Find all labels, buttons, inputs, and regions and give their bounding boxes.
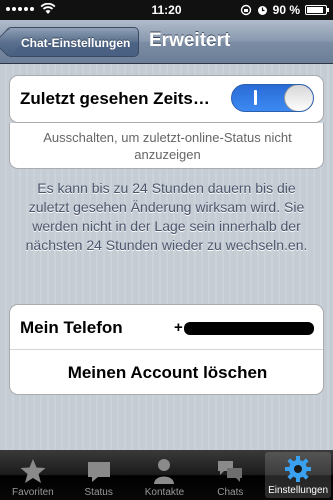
phone-label: Mein Telefon (20, 318, 123, 337)
battery-percent: 90 % (272, 3, 300, 17)
redacted-phone-number (184, 322, 314, 335)
toggle-on-indicator (254, 90, 257, 105)
tab-bar: Favoriten Status Kontakte Chats Einstell… (0, 450, 333, 500)
last-seen-label: Zuletzt gesehen Zeits… (20, 89, 210, 108)
gear-icon (285, 456, 312, 482)
tab-label: Favoriten (12, 487, 54, 498)
star-icon (20, 459, 46, 483)
tab-label: Kontakte (144, 487, 185, 498)
last-seen-row: Zuletzt gesehen Zeits… (10, 76, 323, 120)
info-text: Es kann bis zu 24 Stunden dauern bis die… (25, 180, 308, 253)
phone-value: + (174, 319, 183, 336)
last-seen-group: Zuletzt gesehen Zeits… (9, 75, 324, 123)
tab-kontakte[interactable]: Kontakte (132, 450, 198, 500)
navigation-bar: Chat-Einstellungen Erweitert (0, 20, 333, 64)
delete-account-label: Meinen Account löschen (67, 363, 268, 382)
tab-label: Einstellungen (268, 485, 329, 496)
battery-icon (305, 5, 329, 15)
tab-status[interactable]: Status (66, 450, 132, 500)
tab-label: Status (84, 487, 113, 498)
delete-account-row[interactable]: Meinen Account löschen (10, 349, 323, 393)
toggle-knob (284, 85, 313, 111)
person-icon (154, 459, 175, 484)
chat-bubbles-icon (218, 461, 243, 482)
last-seen-hint: Ausschalten, um zuletzt-online-Status ni… (43, 130, 292, 162)
orientation-lock-icon (240, 4, 251, 16)
settings-content: Zuletzt gesehen Zeits… Ausschalten, um z… (0, 64, 333, 450)
tab-favoriten[interactable]: Favoriten (0, 450, 66, 500)
back-button[interactable]: Chat-Einstellungen (6, 27, 140, 57)
last-seen-toggle[interactable] (231, 84, 314, 112)
tab-einstellungen[interactable]: Einstellungen (265, 452, 331, 498)
last-seen-hint-box: Ausschalten, um zuletzt-online-Status ni… (9, 123, 324, 169)
account-group: Mein Telefon + Meinen Account löschen (9, 304, 324, 395)
phone-row[interactable]: Mein Telefon + (10, 305, 323, 349)
page-title: Erweitert (149, 30, 231, 51)
tab-label: Chats (217, 487, 244, 498)
alarm-icon (257, 5, 267, 15)
status-bar: 11:20 90 % (0, 0, 333, 20)
speech-bubble-icon (87, 462, 110, 482)
tab-chats[interactable]: Chats (197, 450, 263, 500)
